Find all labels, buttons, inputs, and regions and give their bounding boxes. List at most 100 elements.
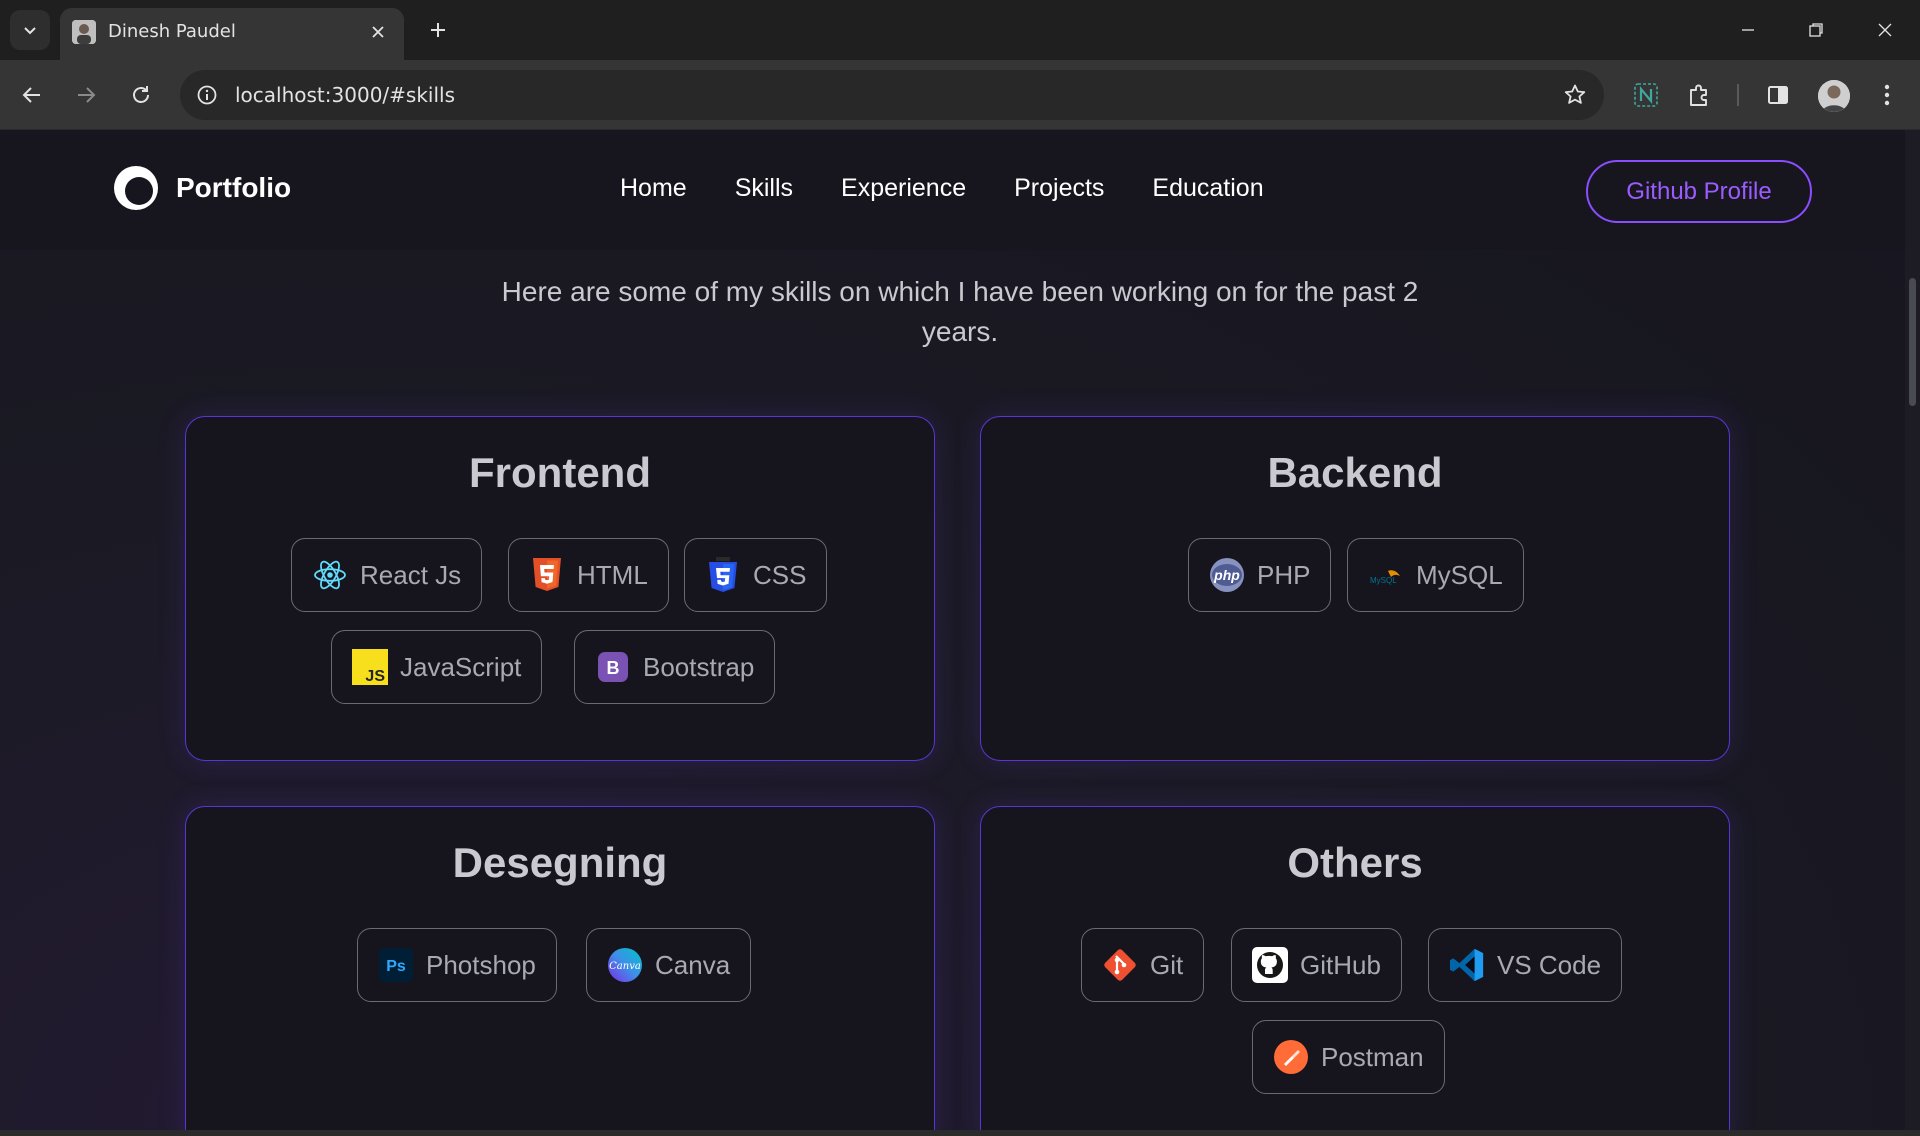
skill-label: Postman xyxy=(1321,1041,1424,1072)
menu-kebab-icon[interactable] xyxy=(1867,75,1907,115)
github-icon xyxy=(1252,947,1288,983)
browser-tab-bar: Dinesh Paudel xyxy=(0,0,1920,60)
skill-label: HTML xyxy=(577,559,648,590)
photoshop-icon: Ps xyxy=(378,947,414,983)
close-tab-icon[interactable] xyxy=(364,18,392,46)
skill-label: GitHub xyxy=(1300,949,1381,980)
card-title: Backend xyxy=(1267,449,1443,496)
toolbar-separator xyxy=(1737,84,1739,106)
svg-text:php: php xyxy=(1213,567,1240,583)
site-logo[interactable]: Portfolio xyxy=(110,162,291,214)
nav-experience[interactable]: Experience xyxy=(841,174,966,203)
skill-label: PHP xyxy=(1257,559,1311,590)
skill-label: Bootstrap xyxy=(643,651,755,682)
page-scrollbar[interactable] xyxy=(1905,130,1920,1130)
scrollbar-thumb[interactable] xyxy=(1909,278,1916,406)
skill-html: HTML xyxy=(508,538,669,612)
skill-postman: Postman xyxy=(1252,1020,1445,1094)
extension-n-icon[interactable] xyxy=(1626,75,1666,115)
back-button[interactable] xyxy=(12,75,52,115)
new-tab-button[interactable] xyxy=(420,12,456,48)
tab-favicon-icon xyxy=(72,20,96,44)
site-navbar: Portfolio Home Skills Experience Project… xyxy=(0,130,1905,250)
window-bottom-edge xyxy=(0,1130,1920,1136)
logo-ring-icon xyxy=(114,166,158,210)
skill-label: Canva xyxy=(655,949,731,980)
nav-home[interactable]: Home xyxy=(620,174,687,203)
side-panel-icon[interactable] xyxy=(1758,75,1798,115)
php-icon: php xyxy=(1209,557,1245,593)
arrow-left-icon xyxy=(22,87,40,103)
skill-git: Git xyxy=(1081,928,1205,1002)
url-text[interactable]: localhost:3000/#skills xyxy=(235,83,455,107)
close-icon xyxy=(1878,23,1892,37)
skill-card-others: Others Git GitHub VS Code Postman xyxy=(980,806,1730,1130)
svg-text:Canva: Canva xyxy=(609,961,641,972)
arrow-right-icon xyxy=(78,87,96,103)
minimize-button[interactable] xyxy=(1728,10,1768,50)
skill-label: Git xyxy=(1150,949,1184,980)
skill-label: VS Code xyxy=(1497,949,1602,980)
skill-github: GitHub xyxy=(1231,928,1402,1002)
bookmark-star-icon[interactable] xyxy=(1560,80,1590,110)
skill-label: Photshop xyxy=(426,949,536,980)
reload-button[interactable] xyxy=(121,75,161,115)
svg-text:JS: JS xyxy=(365,668,385,685)
skill-php: php PHP xyxy=(1188,538,1332,612)
plus-icon xyxy=(431,23,445,37)
nav-projects[interactable]: Projects xyxy=(1014,174,1104,203)
svg-text:Ps: Ps xyxy=(386,958,406,975)
browser-toolbar: localhost:3000/#skills xyxy=(0,60,1920,130)
skill-bootstrap: B Bootstrap xyxy=(574,630,776,704)
tab-search-button[interactable] xyxy=(10,10,50,50)
profile-avatar[interactable] xyxy=(1818,80,1850,112)
skill-javascript: JS JavaScript xyxy=(331,630,543,704)
html5-icon xyxy=(529,557,565,593)
skill-canva: Canva Canva xyxy=(586,928,752,1002)
bootstrap-icon: B xyxy=(595,649,631,685)
forward-button[interactable] xyxy=(66,75,106,115)
chevron-down-icon xyxy=(24,27,36,35)
nav-education[interactable]: Education xyxy=(1152,174,1263,203)
restore-button[interactable] xyxy=(1796,10,1836,50)
nav-skills[interactable]: Skills xyxy=(735,174,793,203)
nav-links: Home Skills Experience Projects Educatio… xyxy=(620,174,1264,203)
canva-icon: Canva xyxy=(607,947,643,983)
card-title: Frontend xyxy=(469,449,651,496)
vscode-icon xyxy=(1449,947,1485,983)
svg-text:B: B xyxy=(607,658,620,678)
skill-label: MySQL xyxy=(1416,559,1503,590)
tab-title: Dinesh Paudel xyxy=(108,21,236,42)
skills-intro: Here are some of my skills on which I ha… xyxy=(501,276,1419,347)
minimize-icon xyxy=(1742,29,1754,31)
card-title: Desegning xyxy=(452,839,668,886)
skill-react: React Js xyxy=(291,538,483,612)
skill-css: CSS xyxy=(684,538,828,612)
card-title: Others xyxy=(1287,839,1423,886)
skill-label: JavaScript xyxy=(400,651,522,682)
skill-mysql: MySQL MySQL xyxy=(1347,538,1524,612)
git-icon xyxy=(1102,947,1138,983)
reload-icon xyxy=(133,86,149,103)
javascript-icon: JS xyxy=(352,649,388,685)
browser-tab[interactable]: Dinesh Paudel xyxy=(60,8,404,60)
skill-card-frontend: Frontend React Js HTML CSS JS JavaScript xyxy=(185,416,935,761)
extensions-puzzle-icon[interactable] xyxy=(1679,75,1719,115)
svg-text:MySQL: MySQL xyxy=(1370,576,1397,585)
skill-vscode: VS Code xyxy=(1428,928,1623,1002)
close-window-button[interactable] xyxy=(1865,10,1905,50)
mysql-icon: MySQL xyxy=(1368,557,1404,593)
skill-photoshop: Ps Photshop xyxy=(357,928,557,1002)
logo-text: Portfolio xyxy=(176,172,292,203)
page-viewport: Portfolio Home Skills Experience Project… xyxy=(0,130,1920,1130)
restore-icon xyxy=(1809,23,1823,37)
skill-label: React Js xyxy=(360,559,462,590)
site-info-icon[interactable] xyxy=(192,80,222,110)
react-icon xyxy=(312,557,348,593)
postman-icon xyxy=(1273,1039,1309,1075)
skill-label: CSS xyxy=(753,559,807,590)
skill-card-designing: Desegning Ps Photshop Canva Canva xyxy=(185,806,935,1130)
address-bar[interactable]: localhost:3000/#skills xyxy=(180,70,1604,120)
css3-icon xyxy=(705,557,741,593)
github-profile-button[interactable]: Github Profile xyxy=(1586,160,1812,223)
